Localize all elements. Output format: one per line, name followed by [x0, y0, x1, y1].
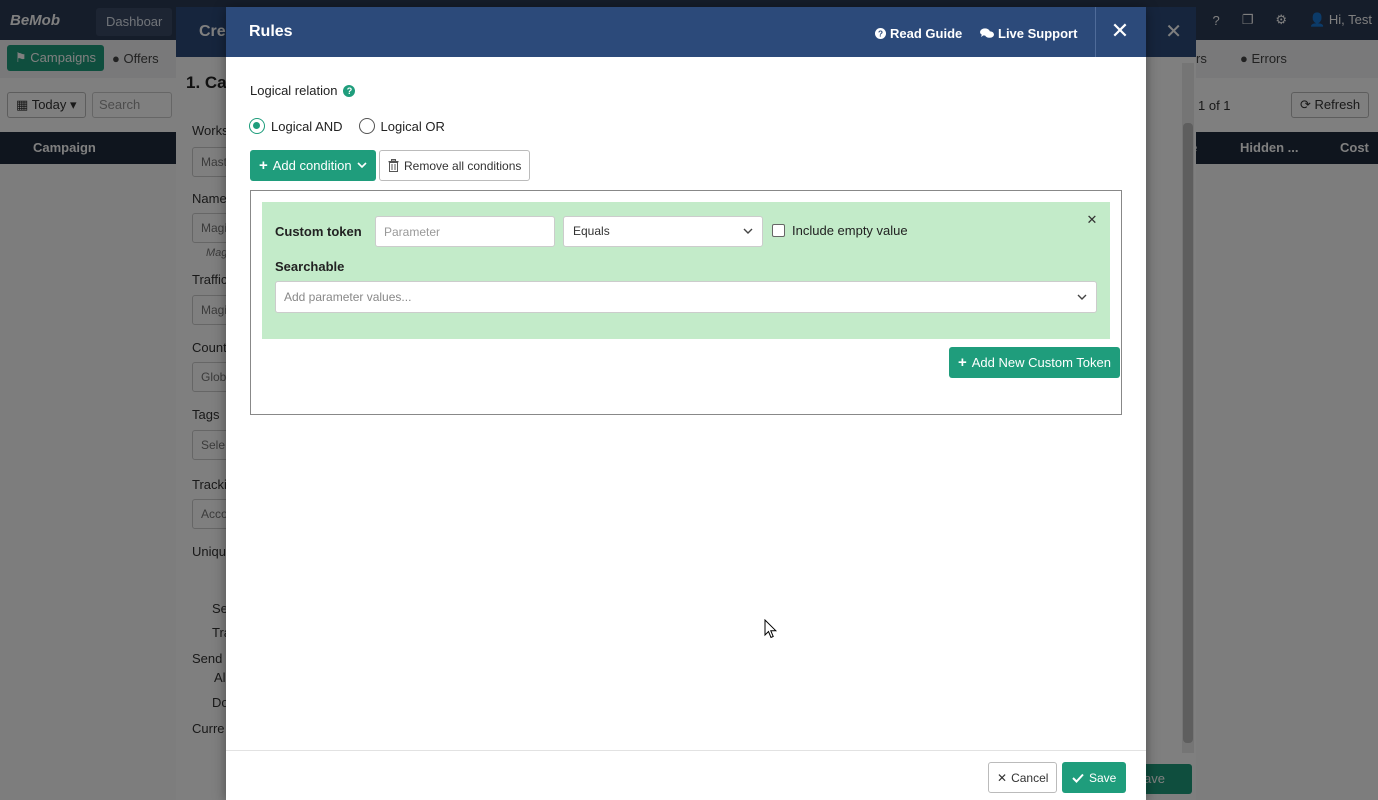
- plus-icon: +: [259, 157, 268, 174]
- logical-relation-text: Logical relation: [250, 83, 338, 98]
- conditions-container: Custom token Equals Include empty value …: [250, 190, 1122, 415]
- parameter-values-input[interactable]: Add parameter values...: [275, 281, 1097, 313]
- add-new-custom-token-button[interactable]: + Add New Custom Token: [949, 347, 1120, 378]
- live-support-link[interactable]: Live Support: [980, 26, 1077, 41]
- question-circle-icon: ?: [875, 28, 886, 39]
- cancel-label: Cancel: [1011, 770, 1049, 785]
- add-condition-label: Add condition: [272, 158, 352, 173]
- read-guide-label: Read Guide: [890, 26, 963, 41]
- help-icon[interactable]: ?: [343, 84, 356, 97]
- searchable-label: Searchable: [275, 259, 345, 274]
- svg-text:?: ?: [878, 29, 883, 38]
- radio-logical-and[interactable]: Logical AND: [249, 118, 343, 134]
- remove-all-conditions-button[interactable]: Remove all conditions: [379, 150, 531, 181]
- rules-modal: Rules ? Read Guide Live Support ✕ Logica…: [226, 7, 1146, 800]
- radio-or-circle[interactable]: [358, 118, 375, 134]
- add-new-custom-token-label: Add New Custom Token: [971, 355, 1111, 370]
- logic-radio-group: Logical AND Logical OR: [249, 118, 445, 134]
- close-icon: ✕: [997, 770, 1008, 785]
- modal-title: Rules: [249, 23, 293, 40]
- remove-condition-icon[interactable]: ✕: [1084, 212, 1100, 228]
- chat-icon: [980, 28, 994, 38]
- chevron-down-icon[interactable]: [1077, 282, 1087, 324]
- modal-header: Rules ? Read Guide Live Support ✕: [226, 7, 1146, 57]
- save-button[interactable]: Save: [1062, 762, 1127, 793]
- save-label: Save: [1089, 770, 1117, 785]
- mouse-cursor-icon: [764, 619, 778, 639]
- include-empty-checkbox[interactable]: Include empty value: [772, 223, 908, 238]
- read-guide-link[interactable]: ? Read Guide: [875, 26, 962, 41]
- include-empty-label: Include empty value: [792, 223, 908, 238]
- operator-select[interactable]: Equals: [563, 216, 763, 247]
- parameter-input[interactable]: [375, 216, 555, 247]
- values-placeholder: Add parameter values...: [284, 290, 412, 304]
- operator-value: Equals: [573, 224, 610, 238]
- trash-icon: [388, 159, 399, 172]
- live-support-label: Live Support: [998, 26, 1078, 41]
- remove-all-label: Remove all conditions: [404, 158, 522, 173]
- radio-and-label: Logical AND: [271, 118, 343, 134]
- radio-or-label: Logical OR: [380, 118, 445, 134]
- chevron-down-icon: [743, 217, 753, 258]
- logical-relation-label: Logical relation ?: [250, 83, 356, 98]
- close-icon[interactable]: ✕: [1108, 19, 1132, 43]
- add-condition-button[interactable]: + Add condition: [250, 150, 376, 181]
- chevron-down-icon: [356, 162, 367, 169]
- cancel-button[interactable]: ✕ Cancel: [988, 762, 1058, 793]
- modal-footer: ✕ Cancel Save: [226, 750, 1146, 800]
- plus-icon: +: [958, 354, 967, 371]
- include-empty-box[interactable]: [772, 224, 785, 237]
- condition-title: Custom token: [275, 224, 362, 239]
- header-divider: [1095, 7, 1096, 57]
- radio-and-circle[interactable]: [249, 118, 265, 134]
- radio-logical-or[interactable]: Logical OR: [358, 118, 445, 134]
- check-icon: [1072, 773, 1084, 783]
- condition-custom-token: Custom token Equals Include empty value …: [262, 202, 1110, 339]
